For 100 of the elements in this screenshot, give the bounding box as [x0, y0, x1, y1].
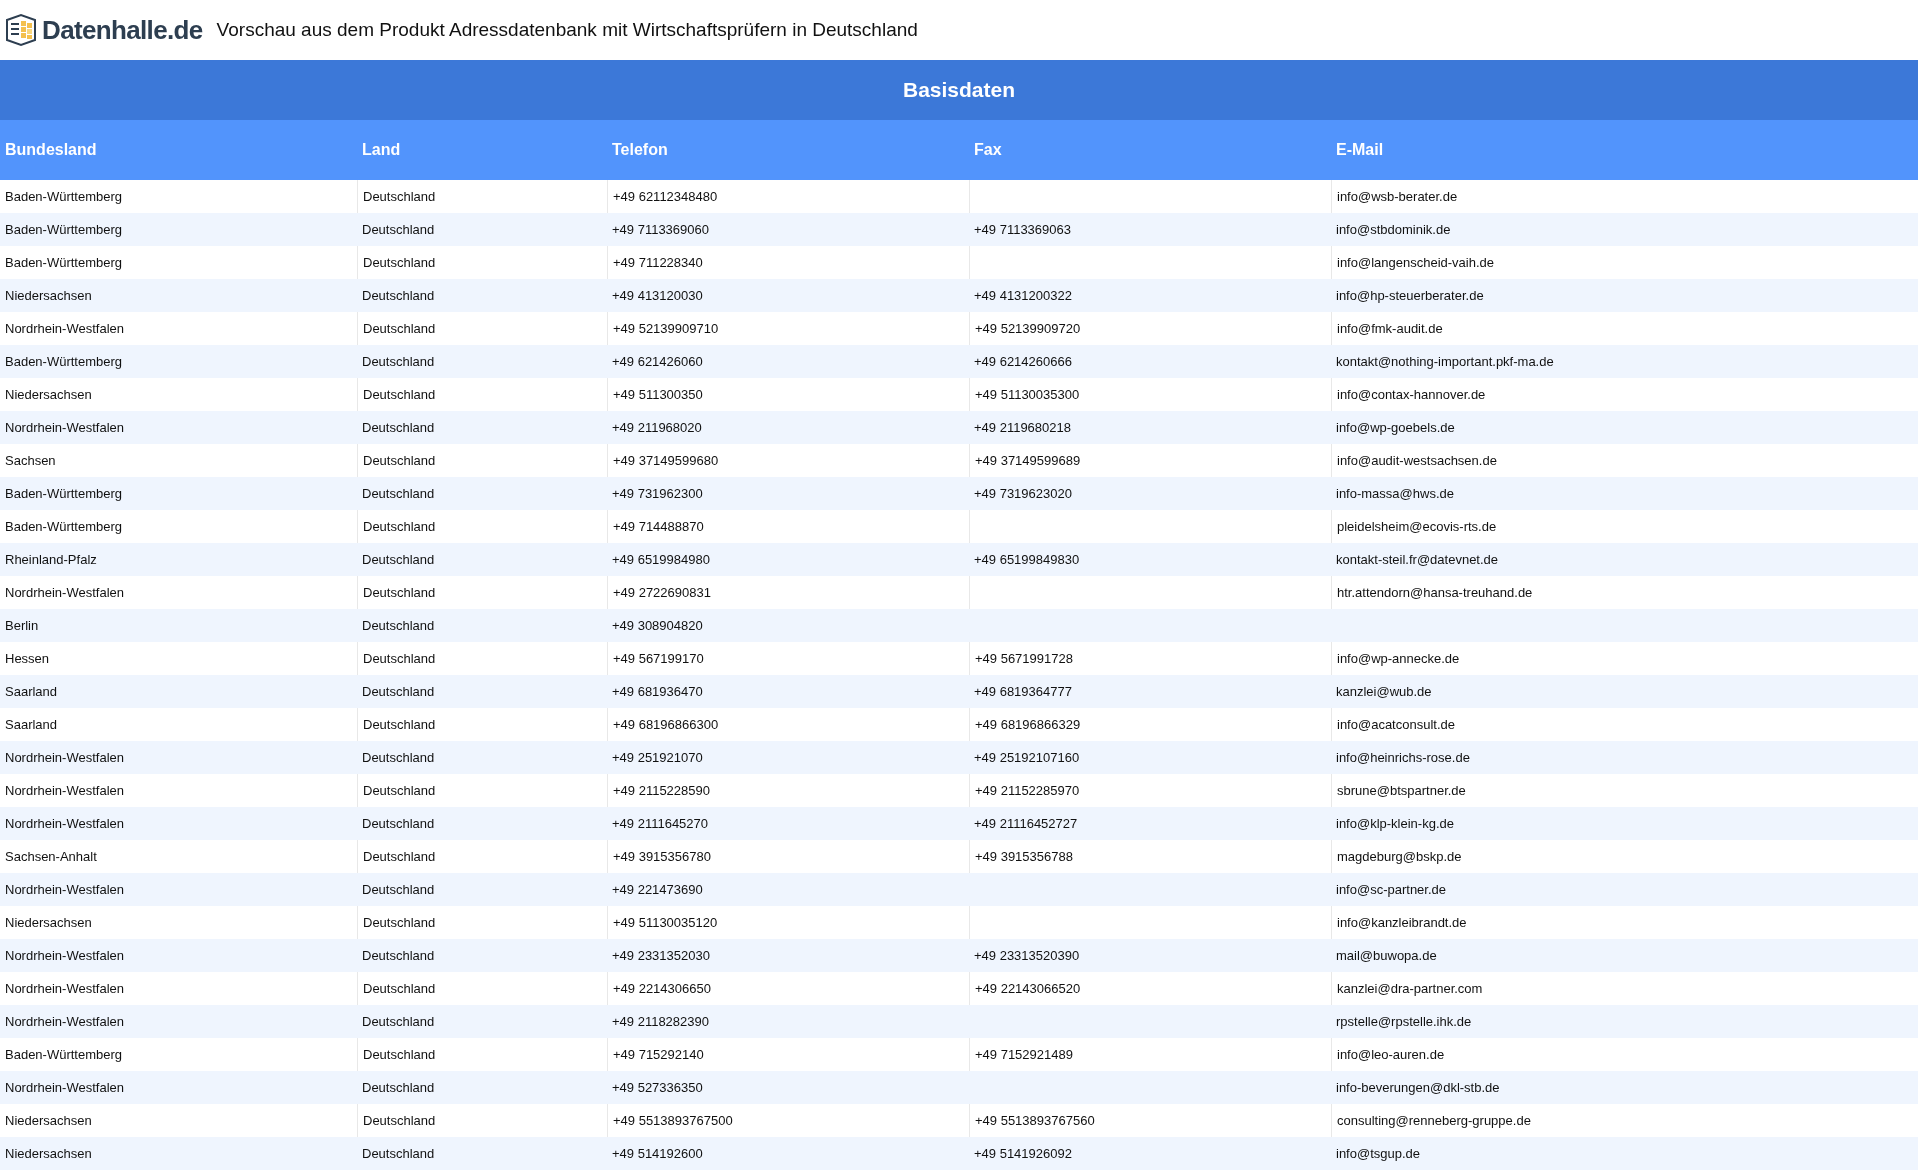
- table-cell-text: Niedersachsen: [4, 1144, 93, 1163]
- table-cell-text: Nordrhein-Westfalen: [4, 814, 125, 833]
- table-cell-text: info@heinrichs-rose.de: [1335, 748, 1471, 767]
- table-cell-text: +49 2722690831: [612, 583, 712, 602]
- table-cell-text: Niedersachsen: [4, 286, 93, 305]
- column-header: Telefon: [611, 140, 669, 160]
- group-heading: Basisdaten: [0, 60, 1918, 120]
- table-cell-text: +49 2331352030: [611, 946, 711, 965]
- table-cell-text: +49 211968020: [611, 418, 703, 437]
- column-header: E-Mail: [1335, 140, 1385, 160]
- table-cell-text: Deutschland: [361, 1012, 436, 1031]
- table-cell-text: +49 23313520390: [973, 946, 1081, 965]
- table-cell-text: Deutschland: [361, 616, 436, 635]
- table-cell-text: +49 514192600: [611, 1144, 704, 1163]
- table-cell-text: kontakt@nothing-important.pkf-ma.de: [1335, 352, 1555, 371]
- table-cell-text: Baden-Württemberg: [4, 1045, 124, 1064]
- table-cell-text: info-beverungen@dkl-stb.de: [1335, 1078, 1501, 1097]
- table-cell-text: info@kanzleibrandt.de: [1336, 913, 1468, 932]
- table-cell-text: info@stbdominik.de: [1335, 220, 1452, 239]
- table-cell-text: +49 51130035120: [612, 913, 719, 932]
- table-cell-text: +49 308904820: [611, 616, 704, 635]
- table-cell-text: info@tsgup.de: [1335, 1144, 1422, 1163]
- table-cell-text: Deutschland: [362, 583, 437, 602]
- table-cell-text: +49 3915356788: [974, 847, 1074, 866]
- table-cell-text: Deutschland: [361, 946, 436, 965]
- table-cell-text: +49 527336350: [611, 1078, 704, 1097]
- table-cell-text: info@wsb-berater.de: [1336, 187, 1459, 206]
- table-cell-text: +49 511300350: [612, 385, 704, 404]
- table-cell-text: info@acatconsult.de: [1336, 715, 1456, 734]
- table-cell-text: Nordrhein-Westfalen: [4, 748, 125, 767]
- table-cell-text: +49 715292140: [612, 1045, 705, 1064]
- table-cell-text: Nordrhein-Westfalen: [4, 979, 125, 998]
- table-cell-text: +49 2118282390: [611, 1012, 710, 1031]
- table-cell-text: sbrune@btspartner.de: [1336, 781, 1467, 800]
- table-cell-text: info@contax-hannover.de: [1336, 385, 1487, 404]
- table-cell-text: Deutschland: [361, 748, 436, 767]
- table-cell-text: +49 5513893767500: [612, 1111, 734, 1130]
- column-header: Fax: [973, 140, 1003, 160]
- table-cell-text: Saarland: [4, 682, 59, 701]
- table-cell-text: +49 5671991728: [974, 649, 1074, 668]
- table-cell-text: Deutschland: [362, 319, 437, 338]
- table-cell-text: kontakt-steil.fr@datevnet.de: [1335, 550, 1500, 569]
- table-cell-text: Niedersachsen: [4, 385, 93, 404]
- table-cell-text: Deutschland: [362, 187, 437, 206]
- table-cell-text: +49 413120030: [611, 286, 704, 305]
- column-header: Bundesland: [4, 140, 98, 160]
- column-header: Land: [361, 140, 402, 160]
- table-cell-text: Nordrhein-Westfalen: [4, 880, 125, 899]
- table-cell-text: Deutschland: [362, 913, 437, 932]
- table-cell-text: Deutschland: [362, 979, 437, 998]
- page-title: Vorschau aus dem Produkt Adressdatenbank mit Wirtschaftsprüfern in Deutschland: [216, 17, 918, 42]
- logo-text: Datenhalle.de: [42, 13, 203, 47]
- table-cell-text: Deutschland: [361, 682, 436, 701]
- table-cell-text: Niedersachsen: [4, 1111, 93, 1130]
- table-cell-text: Deutschland: [361, 1078, 436, 1097]
- table-cell-text: Nordrhein-Westfalen: [4, 418, 125, 437]
- table-cell-text: Deutschland: [361, 1144, 436, 1163]
- table-cell-text: Deutschland: [361, 484, 436, 503]
- table-cell-text: Deutschland: [361, 352, 436, 371]
- table-cell-text: +49 6519984980: [611, 550, 711, 569]
- table-cell-text: +49 7319623020: [973, 484, 1073, 503]
- table-cell-text: Baden-Württemberg: [4, 220, 124, 239]
- table-cell-text: +49 7113369063: [973, 220, 1072, 239]
- table-cell-text: Deutschland: [362, 517, 437, 536]
- table-cell-text: +49 37149599689: [974, 451, 1082, 470]
- table-cell-text: Deutschland: [362, 715, 437, 734]
- table-cell-text: +49 21116452727: [973, 814, 1079, 833]
- table-cell-text: +49 5513893767560: [974, 1111, 1096, 1130]
- table-cell-text: info@hp-steuerberater.de: [1335, 286, 1485, 305]
- table-cell-text: +49 62112348480: [612, 187, 719, 206]
- table-cell-text: Baden-Württemberg: [4, 484, 124, 503]
- table-cell-text: +49 5141926092: [973, 1144, 1073, 1163]
- table-cell-text: Nordrhein-Westfalen: [4, 1078, 125, 1097]
- table-cell-text: magdeburg@bskp.de: [1336, 847, 1463, 866]
- table-cell-text: +49 21152285970: [974, 781, 1081, 800]
- table-cell-text: +49 6214260666: [973, 352, 1073, 371]
- table-cell-text: +49 68196866329: [974, 715, 1082, 734]
- table-cell-text: +49 621426060: [611, 352, 704, 371]
- table-cell-text: +49 567199170: [612, 649, 705, 668]
- table-cell-text: Nordrhein-Westfalen: [4, 319, 125, 338]
- table-cell-text: info-massa@hws.de: [1335, 484, 1455, 503]
- table-cell-text: info@klp-klein-kg.de: [1335, 814, 1455, 833]
- table-cell-text: +49 2115228590: [612, 781, 711, 800]
- table-cell-text: pleidelsheim@ecovis-rts.de: [1336, 517, 1498, 536]
- table-cell-text: Baden-Württemberg: [4, 187, 124, 206]
- table-cell-text: Deutschland: [362, 781, 437, 800]
- table-cell-text: Deutschland: [362, 847, 437, 866]
- table-cell-text: +49 65199849830: [973, 550, 1081, 569]
- table-cell-text: +49 52139909710: [612, 319, 720, 338]
- table-cell-text: info@wp-annecke.de: [1336, 649, 1461, 668]
- table-cell-text: +49 681936470: [611, 682, 704, 701]
- table-cell-text: +49 22143066520: [974, 979, 1082, 998]
- table-cell-text: Sachsen: [4, 451, 57, 470]
- table-cell-text: Nordrhein-Westfalen: [4, 1012, 125, 1031]
- table-cell-text: kanzlei@wub.de: [1335, 682, 1433, 701]
- table-cell-text: mail@buwopa.de: [1335, 946, 1438, 965]
- table-cell-text: Nordrhein-Westfalen: [4, 946, 125, 965]
- table-cell-text: +49 68196866300: [612, 715, 720, 734]
- table-cell-text: +49 731962300: [611, 484, 704, 503]
- table-cell-text: consulting@renneberg-gruppe.de: [1336, 1111, 1532, 1130]
